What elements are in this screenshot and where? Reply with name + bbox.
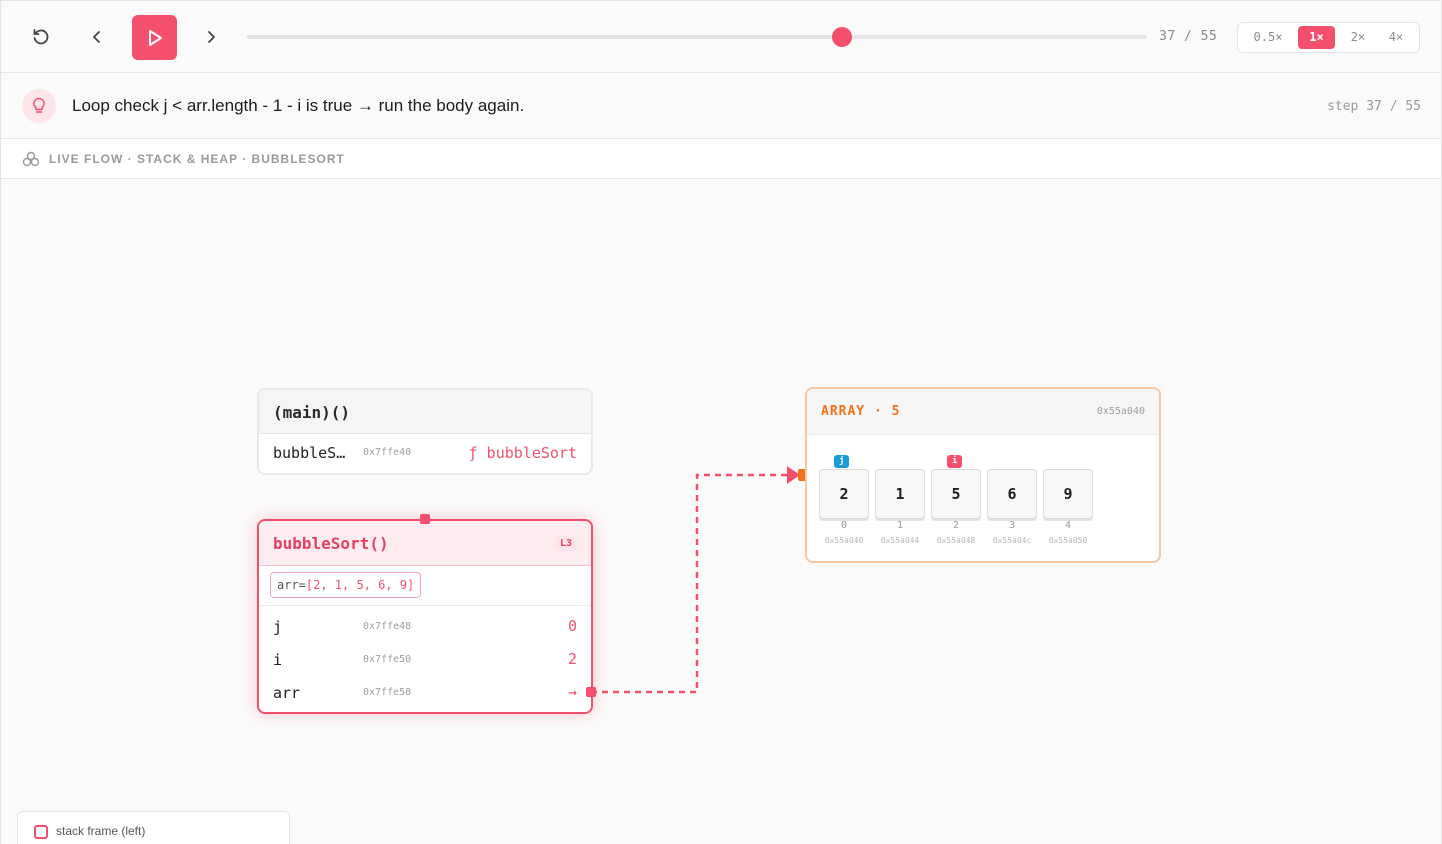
speed-selector: 0.5× 1× 2× 4× [1237,22,1420,53]
legend-panel: stack frame (left) [17,811,290,844]
frame-title: (main)() [273,403,351,422]
hint-message: Loop check j < arr.length - 1 - i is tru… [72,96,525,115]
speed-option-4x[interactable]: 4× [1377,26,1415,49]
variable-address: 0x7ffe48 [363,621,412,632]
frame-top-port[interactable] [420,514,430,524]
frame-variable-row: bubbleS… 0x7ffe40 ƒ bubbleSort [259,434,591,472]
variable-address: 0x7ffe50 [363,654,412,665]
frame-variable-row: j 0x7ffe48 0 [259,610,591,643]
play-icon [148,29,162,46]
frame-variable-row: i 0x7ffe50 2 [259,643,591,676]
flow-canvas [1,180,1441,844]
step-label: step 37 / 55 [1327,99,1421,114]
heap-title: ARRAY · 5 [821,404,901,419]
stack-frame-main: (main)() bubbleS… 0x7ffe40 ƒ bubbleSort [257,388,593,475]
frame-header: (main)() [259,390,591,434]
frame-title: bubbleSort() [273,534,389,553]
section-title: LIVE FLOW · STACK & HEAP · BUBBLESORT [49,152,345,166]
step-total: 55 [1200,29,1218,44]
heap-header: ARRAY · 5 0x55a040 [807,389,1159,435]
variable-value: ƒ bubbleSort [468,444,577,462]
array-cell: 5 [931,469,981,519]
variable-value: 2 [567,650,577,668]
argument-key: arr= [277,578,306,592]
arguments-row: arr=[2, 1, 5, 6, 9] [259,566,591,606]
argument-chip: arr=[2, 1, 5, 6, 9] [270,572,422,598]
network-icon [22,151,40,167]
cell-address: 0x55a048 [936,536,976,545]
variable-name: j [273,618,283,636]
variable-name: arr [273,684,301,702]
variable-name: i [273,651,283,669]
playback-toolbar: 37 / 55 0.5× 1× 2× 4× [1,1,1441,73]
progress-slider[interactable] [247,27,1147,47]
section-header: LIVE FLOW · STACK & HEAP · BUBBLESORT [1,139,1441,179]
speed-option-2x[interactable]: 2× [1339,26,1377,49]
cell-index: 2 [952,520,960,531]
cell-address: 0x55a044 [880,536,920,545]
lightbulb-icon [22,89,56,123]
progress-fill [247,35,842,39]
array-cell: 1 [875,469,925,519]
cell-index: 4 [1064,520,1072,531]
reset-icon [33,29,49,45]
frame-variable-row: arr 0x7ffe58 → [259,676,591,709]
variable-address: 0x7ffe58 [363,687,412,698]
arr-output-port[interactable] [586,687,596,697]
cell-index: 0 [840,520,848,531]
array-cell: 2 [819,469,869,519]
variable-address: 0x7ffe40 [363,447,412,458]
step-separator: / [1183,29,1201,44]
variable-value: → [567,683,577,701]
variable-value: 0 [567,617,577,635]
cell-address: 0x55a04c [992,536,1032,545]
heap-address: 0x55a040 [1096,406,1145,417]
variable-name: bubbleS… [273,444,346,462]
array-cell: 6 [987,469,1037,519]
cell-index: 1 [896,520,904,531]
previous-step-button[interactable] [75,15,119,59]
stack-frame-legend-swatch [34,825,48,839]
heap-array-node[interactable]: ARRAY · 5 0x55a040 j i 2 1 5 6 9 0 1 2 3… [805,387,1161,563]
progress-thumb[interactable] [831,27,852,47]
array-cell: 9 [1043,469,1093,519]
cell-address: 0x55a050 [1048,536,1088,545]
reset-button[interactable] [19,15,63,59]
chevron-left-icon [93,31,100,43]
play-button[interactable] [132,15,177,60]
step-current: 37 [1159,29,1176,44]
line-badge: L3 [554,536,577,551]
frame-header: bubbleSort() L3 [259,521,591,566]
hint-bar: Loop check j < arr.length - 1 - i is tru… [1,73,1441,139]
pointer-badge-j: j [834,455,850,468]
frame-variables: j 0x7ffe48 0 i 0x7ffe50 2 arr 0x7ffe58 → [259,606,591,709]
cell-address: 0x55a040 [824,536,864,545]
next-step-button[interactable] [189,15,233,59]
pointer-badge-i: i [947,455,963,468]
chevron-right-icon [208,31,215,43]
argument-value: [2, 1, 5, 6, 9] [305,578,415,592]
stack-frame-bubblesort[interactable]: bubbleSort() L3 arr=[2, 1, 5, 6, 9] j 0x… [257,519,593,714]
legend-label: stack frame (left) [56,824,146,838]
cell-index: 3 [1008,520,1016,531]
step-counter: 37 / 55 [1159,29,1225,44]
speed-option-0-5x[interactable]: 0.5× [1242,26,1294,49]
speed-option-1x[interactable]: 1× [1298,26,1335,49]
